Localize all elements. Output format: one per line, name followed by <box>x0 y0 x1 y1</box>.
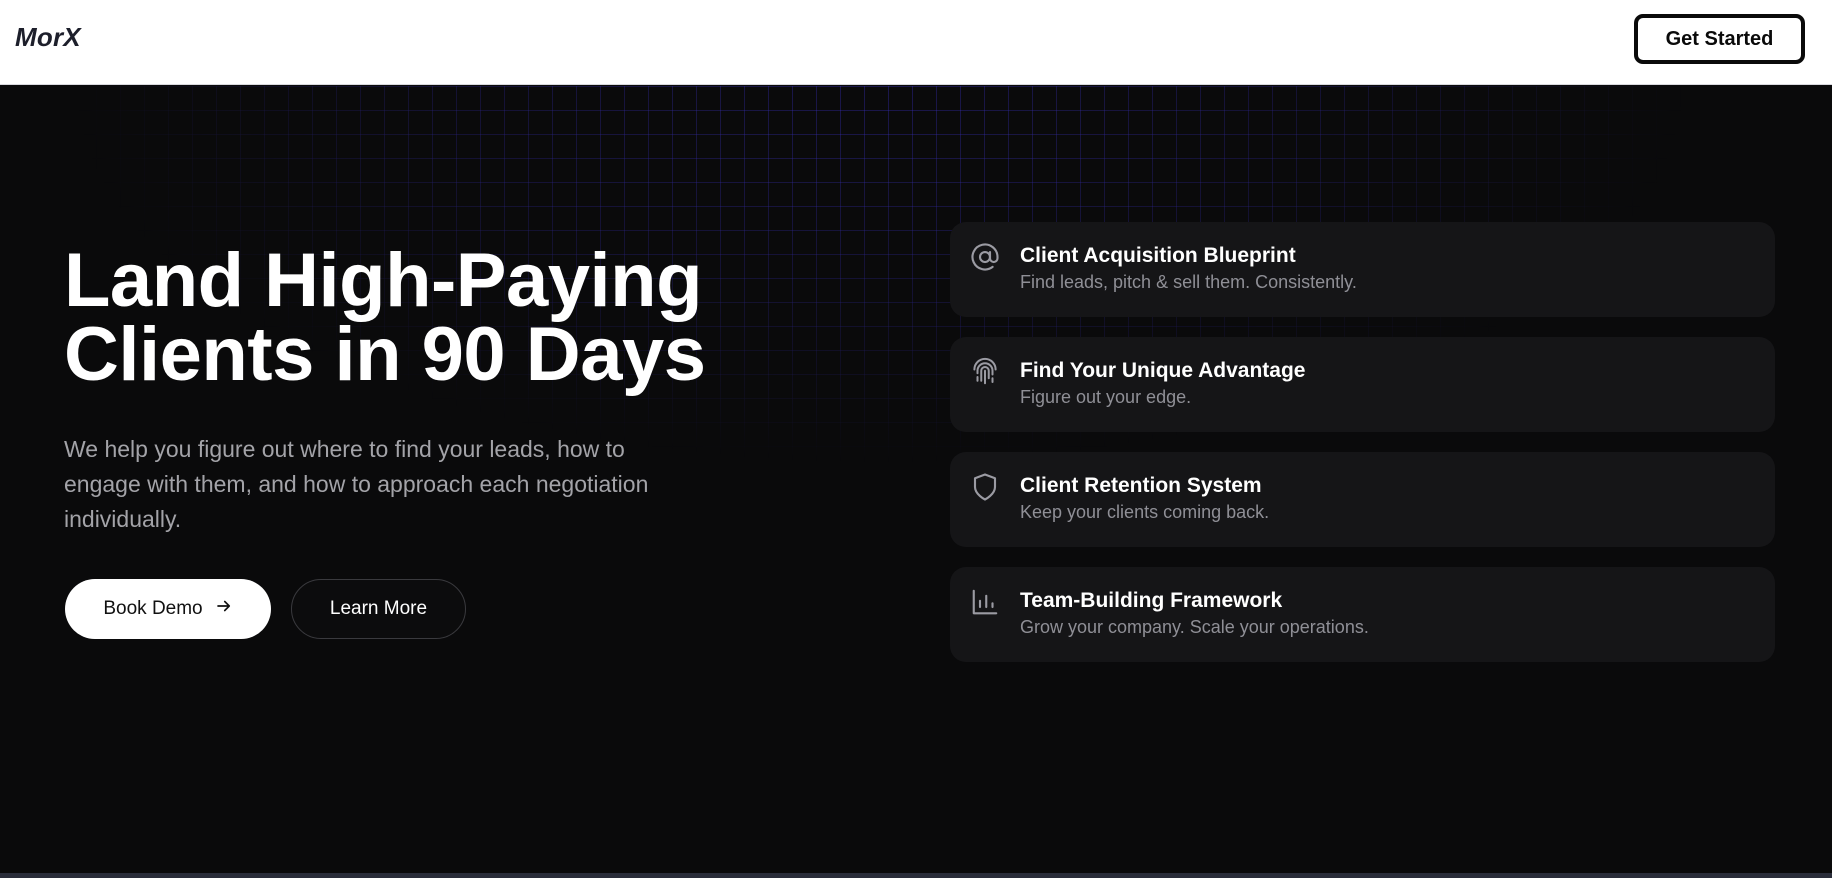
feature-card-advantage: Find Your Unique Advantage Figure out yo… <box>950 337 1775 432</box>
feature-card-team: Team-Building Framework Grow your compan… <box>950 567 1775 662</box>
top-nav: MorX Get Started <box>0 0 1832 85</box>
headline-line-1: Land High-Paying <box>64 238 702 323</box>
bar-chart-icon <box>970 587 1000 617</box>
learn-more-label: Learn More <box>329 598 428 619</box>
hero-subtext: We help you figure out where to find you… <box>64 436 649 532</box>
headline-line-2: Clients in 90 Days <box>64 312 706 397</box>
feature-desc: Figure out your edge. <box>1020 387 1192 407</box>
feature-title: Client Acquisition Blueprint <box>1020 244 1296 267</box>
get-started-button[interactable]: Get Started <box>1634 14 1805 64</box>
feature-title: Find Your Unique Advantage <box>1020 359 1306 382</box>
feature-title: Team-Building Framework <box>1020 589 1283 612</box>
hero-headline: Land High-Paying Clients in 90 Days <box>64 238 706 397</box>
feature-desc: Find leads, pitch & sell them. Consisten… <box>1020 272 1357 292</box>
arrow-right-icon <box>215 597 233 621</box>
shield-icon <box>970 472 1000 502</box>
feature-desc: Grow your company. Scale your operations… <box>1020 617 1369 637</box>
feature-list: Client Acquisition Blueprint Find leads,… <box>950 222 1775 682</box>
feature-title: Client Retention System <box>1020 474 1262 497</box>
fingerprint-icon <box>970 357 1000 387</box>
book-demo-button[interactable]: Book Demo <box>65 579 271 639</box>
bottom-divider <box>0 873 1832 878</box>
feature-desc: Keep your clients coming back. <box>1020 502 1270 522</box>
learn-more-button[interactable]: Learn More <box>291 579 466 639</box>
logo[interactable]: MorX <box>15 22 81 53</box>
at-sign-icon <box>970 242 1000 272</box>
book-demo-label: Book Demo <box>103 598 203 619</box>
feature-card-retention: Client Retention System Keep your client… <box>950 452 1775 547</box>
feature-card-acquisition: Client Acquisition Blueprint Find leads,… <box>950 222 1775 317</box>
